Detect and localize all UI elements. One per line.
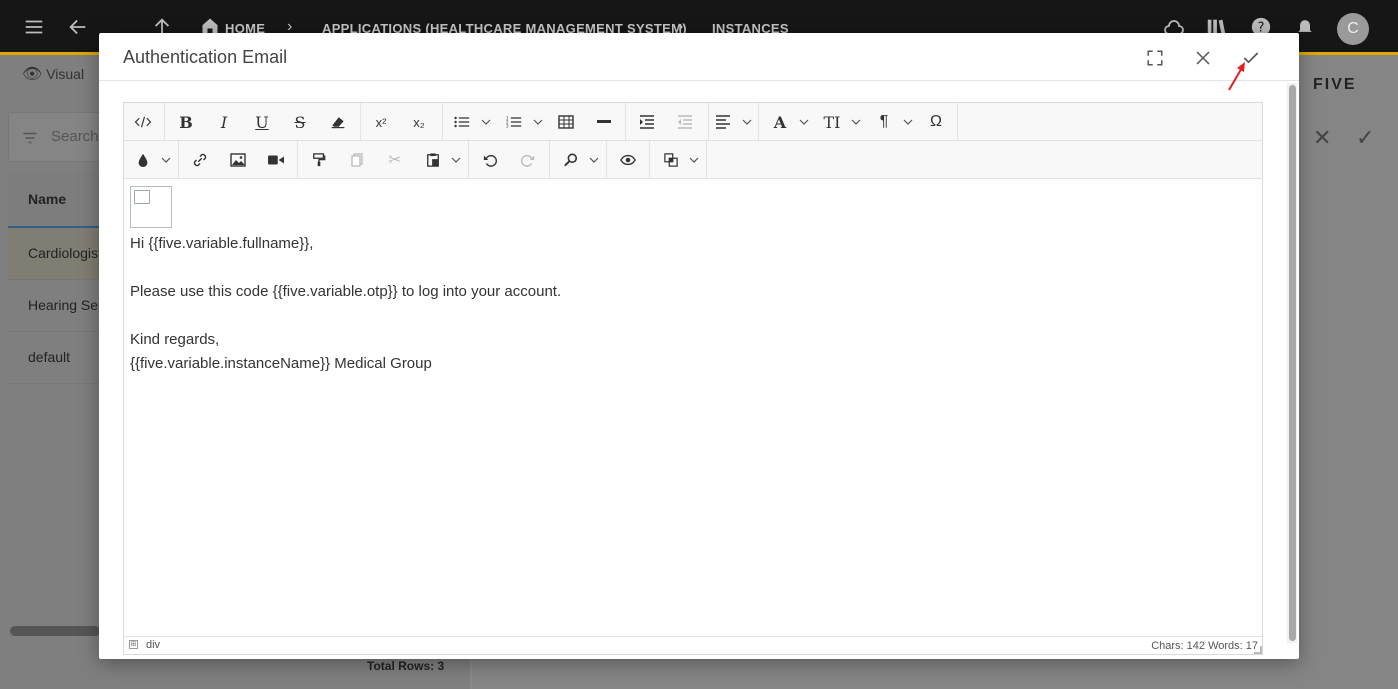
indent-icon[interactable] (632, 107, 662, 137)
numbered-list-dropdown-icon[interactable] (532, 107, 544, 137)
content-paragraph (130, 304, 1256, 328)
align-dropdown-icon[interactable] (741, 107, 753, 137)
video-icon[interactable] (261, 145, 291, 175)
strikethrough-icon[interactable]: S (285, 107, 315, 137)
content-paragraph: {{five.variable.instanceName}} Medical G… (130, 355, 432, 372)
format-painter-icon[interactable] (304, 145, 334, 175)
code-view-button[interactable] (128, 107, 158, 137)
paste-icon[interactable] (418, 145, 448, 175)
align-icon[interactable] (708, 107, 738, 137)
underline-icon[interactable]: U (247, 107, 277, 137)
back-arrow-icon[interactable] (66, 16, 90, 40)
cut-icon[interactable]: ✂ (380, 145, 410, 175)
visual-label: Visual (46, 66, 85, 82)
dialog-title: Authentication Email (123, 47, 288, 67)
editor-content-area[interactable]: Hi {{five.variable.fullname}}, Please us… (124, 180, 1262, 636)
eye-icon: 👁 (22, 66, 43, 83)
superscript-icon[interactable]: x² (366, 107, 396, 137)
broken-image-placeholder[interactable] (130, 186, 172, 228)
fullscreen-button[interactable] (1140, 43, 1170, 73)
menu-icon[interactable] (22, 16, 46, 40)
close-button[interactable] (1188, 43, 1218, 73)
horizontal-scrollbar[interactable] (10, 626, 100, 636)
fill-color-dropdown-icon[interactable] (160, 145, 172, 175)
five-logo: FIVE (1313, 76, 1357, 93)
subscript-icon[interactable]: x₂ (404, 107, 434, 137)
select-blocks-icon[interactable] (656, 145, 686, 175)
editor-toolbar-row-2: ✂ (124, 141, 1262, 179)
editor-toolbar-row-1: B I U S x² x₂ 123 A TI ¶ Ω (124, 103, 1262, 141)
italic-icon[interactable]: I (209, 107, 239, 137)
element-path[interactable]: div (146, 639, 160, 651)
column-header-name[interactable]: Name (28, 191, 66, 207)
font-color-icon[interactable]: A (765, 107, 795, 137)
outdent-icon[interactable] (670, 107, 700, 137)
fill-color-icon[interactable] (128, 145, 158, 175)
fullscreen-icon (1147, 50, 1163, 66)
find-replace-icon[interactable] (556, 145, 586, 175)
content-paragraph: Please use this code {{five.variable.otp… (130, 283, 562, 300)
numbered-list-icon[interactable]: 123 (499, 107, 529, 137)
table-icon[interactable] (551, 107, 581, 137)
user-avatar[interactable]: C (1337, 13, 1369, 45)
eraser-icon[interactable] (323, 107, 353, 137)
horizontal-rule-icon[interactable] (589, 107, 619, 137)
code-view-icon (134, 116, 152, 128)
font-size-dropdown-icon[interactable] (850, 107, 862, 137)
dialog-scrollbar[interactable] (1287, 83, 1297, 643)
status-grid-icon[interactable]: ⊞ (129, 640, 138, 649)
content-paragraph (130, 256, 1256, 280)
bulleted-list-icon[interactable] (447, 107, 477, 137)
copy-icon[interactable] (342, 145, 372, 175)
undo-icon[interactable] (475, 145, 505, 175)
font-size-icon[interactable]: TI (817, 107, 847, 137)
select-blocks-dropdown-icon[interactable] (688, 145, 700, 175)
row-name: Hearing Ser (28, 297, 103, 313)
visual-toggle[interactable]: 👁 Visual (22, 64, 84, 84)
preview-eye-icon[interactable] (613, 145, 643, 175)
authentication-email-dialog: Authentication Email B I U S x² x₂ 12 3 … (99, 33, 1299, 659)
search-placeholder: Search (51, 128, 99, 145)
content-paragraph: Hi {{five.variable.fullname}}, (130, 235, 314, 252)
row-name: Cardiologist (28, 245, 102, 261)
redo-icon[interactable] (513, 145, 543, 175)
background-save-icon[interactable]: ✓ (1356, 125, 1374, 151)
svg-text:3: 3 (506, 124, 509, 129)
content-paragraph: Kind regards, (130, 331, 220, 348)
row-name: default (28, 349, 71, 365)
close-icon (1196, 51, 1210, 65)
character-word-count: Chars: 142 Words: 17 (1151, 640, 1258, 652)
rich-text-editor: B I U S x² x₂ 123 A TI ¶ Ω ✂ Hi {{five.v… (123, 102, 1263, 655)
bold-icon[interactable]: B (171, 107, 201, 137)
special-characters-icon[interactable]: Ω (921, 107, 951, 137)
total-rows-label: Total Rows: 3 (367, 659, 445, 673)
paste-dropdown-icon[interactable] (450, 145, 462, 175)
paragraph-icon[interactable]: ¶ (869, 107, 899, 137)
find-replace-dropdown-icon[interactable] (588, 145, 600, 175)
editor-statusbar: ⊞ div Chars: 142 Words: 17 (124, 636, 1262, 654)
dialog-header: Authentication Email (99, 33, 1299, 81)
resize-handle[interactable] (1254, 646, 1262, 654)
scrollbar-thumb[interactable] (1289, 85, 1296, 641)
paragraph-dropdown-icon[interactable] (902, 107, 914, 137)
image-icon[interactable] (223, 145, 253, 175)
link-icon[interactable] (185, 145, 215, 175)
bulleted-list-dropdown-icon[interactable] (480, 107, 492, 137)
filter-icon (23, 132, 37, 144)
annotation-arrow-icon (1228, 62, 1245, 91)
font-color-dropdown-icon[interactable] (798, 107, 810, 137)
background-close-icon[interactable]: ✕ (1313, 125, 1331, 151)
